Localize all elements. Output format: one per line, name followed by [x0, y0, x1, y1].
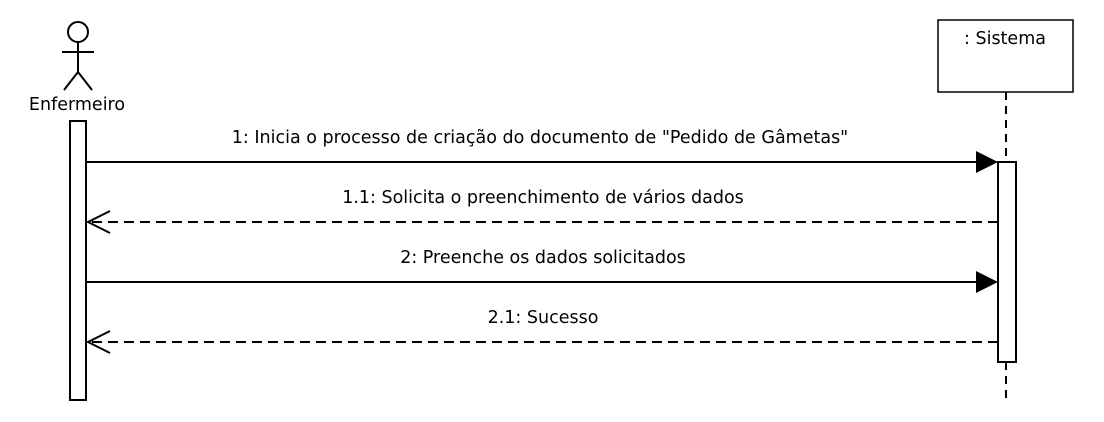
message-label: 1.1: Solicita o preenchimento de vários … — [342, 188, 744, 208]
actor-activation-bar — [69, 120, 87, 401]
system-activation-bar — [997, 161, 1017, 363]
message-label: 2: Preenche os dados solicitados — [400, 248, 686, 268]
actor-name: Enfermeiro — [29, 95, 125, 115]
message-label: 1: Inicia o processo de criação do docum… — [232, 128, 848, 148]
message-label: 2.1: Sucesso — [488, 308, 599, 328]
filled-arrowhead-icon — [976, 271, 998, 293]
filled-arrowhead-icon — [976, 151, 998, 173]
sequence-diagram: Enfermeiro : Sistema 1: Inicia o process… — [29, 19, 1074, 404]
system-name: : Sistema — [964, 29, 1046, 49]
actor-icon — [62, 21, 94, 91]
